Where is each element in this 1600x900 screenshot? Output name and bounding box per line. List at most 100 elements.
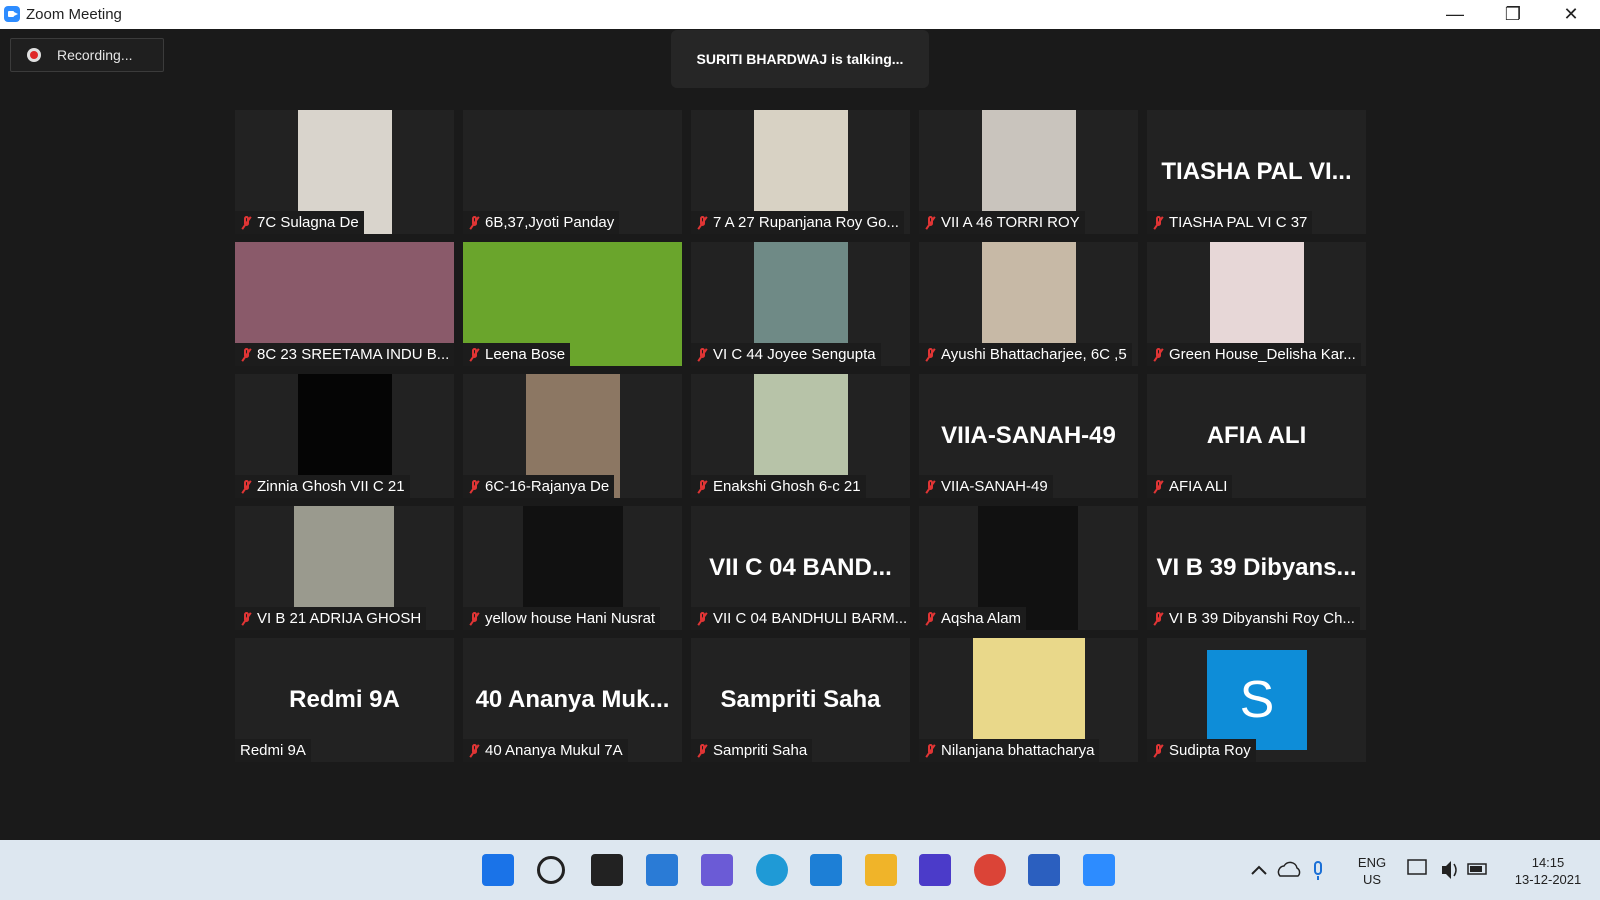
- muted-mic-icon: [691, 477, 713, 497]
- muted-mic-icon: [463, 213, 485, 233]
- participant-tile[interactable]: Aqsha Alam: [919, 506, 1138, 630]
- participant-name: Aqsha Alam: [941, 610, 1022, 627]
- tray-icons[interactable]: [1248, 840, 1328, 900]
- participant-name: VII A 46 TORRI ROY: [941, 214, 1080, 231]
- clock[interactable]: 14:15 13-12-2021: [1508, 840, 1588, 900]
- volume-icon: [1442, 861, 1451, 879]
- participant-tile[interactable]: yellow house Hani Nusrat: [463, 506, 682, 630]
- participant-tile[interactable]: 6C-16-Rajanya De: [463, 374, 682, 498]
- microphone-icon: [1314, 861, 1322, 875]
- participant-tile[interactable]: Sampriti Saha Sampriti Saha: [691, 638, 910, 762]
- language-code: ENG: [1357, 855, 1387, 870]
- participant-tile[interactable]: Redmi 9A Redmi 9A: [235, 638, 454, 762]
- participant-tile[interactable]: VI C 44 Joyee Sengupta: [691, 242, 910, 366]
- title-bar: Zoom Meeting — ❐ ✕: [0, 0, 1600, 29]
- participant-nameplate: Sampriti Saha: [691, 739, 813, 762]
- muted-mic-icon: [235, 477, 257, 497]
- participant-tile[interactable]: 7C Sulagna De: [235, 110, 454, 234]
- close-button[interactable]: ✕: [1542, 0, 1600, 29]
- muted-mic-icon: [1147, 741, 1169, 761]
- participant-tile[interactable]: VIIA-SANAH-49 VIIA-SANAH-49: [919, 374, 1138, 498]
- participant-nameplate: VI B 39 Dibyanshi Roy Ch...: [1147, 607, 1360, 630]
- muted-mic-icon: [1147, 345, 1169, 365]
- participant-nameplate: Aqsha Alam: [919, 607, 1027, 630]
- participant-tile[interactable]: Green House_Delisha Kar...: [1147, 242, 1366, 366]
- participant-name: Zinnia Ghosh VII C 21: [257, 478, 405, 495]
- participant-tile[interactable]: VII A 46 TORRI ROY: [919, 110, 1138, 234]
- participant-tile[interactable]: S Sudipta Roy: [1147, 638, 1366, 762]
- muted-mic-icon: [235, 213, 257, 233]
- muted-mic-icon: [463, 609, 485, 629]
- muted-mic-icon: [691, 741, 713, 761]
- participant-tile[interactable]: Ayushi Bhattacharjee, 6C ,5: [919, 242, 1138, 366]
- participant-nameplate: 8C 23 SREETAMA INDU B...: [235, 343, 454, 366]
- participant-tile[interactable]: 7 A 27 Rupanjana Roy Go...: [691, 110, 910, 234]
- mail-icon[interactable]: [810, 854, 842, 886]
- zoom-logo-icon: [4, 6, 20, 22]
- participant-tile[interactable]: 40 Ananya Muk... 40 Ananya Mukul 7A: [463, 638, 682, 762]
- participant-tile[interactable]: TIASHA PAL VI... TIASHA PAL VI C 37: [1147, 110, 1366, 234]
- participant-name: Redmi 9A: [240, 742, 306, 759]
- recording-indicator[interactable]: Recording...: [10, 38, 164, 72]
- system-tray[interactable]: [1404, 840, 1494, 900]
- participant-name: 6B,37,Jyoti Panday: [485, 214, 615, 231]
- participant-nameplate: VIIA-SANAH-49: [919, 475, 1053, 498]
- chat-icon[interactable]: [701, 854, 733, 886]
- whiteboard-icon[interactable]: [919, 854, 951, 886]
- muted-mic-icon: [235, 609, 257, 629]
- participant-nameplate: Nilanjana bhattacharya: [919, 739, 1100, 762]
- participant-name: VIIA-SANAH-49: [941, 478, 1048, 495]
- participant-nameplate: VI B 21 ADRIJA GHOSH: [235, 607, 427, 630]
- muted-mic-icon: [463, 345, 485, 365]
- participant-name: VI B 21 ADRIJA GHOSH: [257, 610, 422, 627]
- participant-tile[interactable]: Enakshi Ghosh 6-c 21: [691, 374, 910, 498]
- search-icon[interactable]: [537, 856, 565, 884]
- participant-tile[interactable]: Zinnia Ghosh VII C 21: [235, 374, 454, 498]
- zoom-icon[interactable]: [1083, 854, 1115, 886]
- participant-tile[interactable]: VI B 21 ADRIJA GHOSH: [235, 506, 454, 630]
- participant-tile[interactable]: 6B,37,Jyoti Panday: [463, 110, 682, 234]
- participant-name: Leena Bose: [485, 346, 566, 363]
- participant-nameplate: TIASHA PAL VI C 37: [1147, 211, 1313, 234]
- participant-tile[interactable]: 8C 23 SREETAMA INDU B...: [235, 242, 454, 366]
- muted-mic-icon: [691, 213, 713, 233]
- participant-nameplate: yellow house Hani Nusrat: [463, 607, 661, 630]
- clock-date: 13-12-2021: [1514, 872, 1582, 887]
- participant-nameplate: Enakshi Ghosh 6-c 21: [691, 475, 866, 498]
- recording-label: Recording...: [57, 47, 133, 63]
- participant-tile[interactable]: Nilanjana bhattacharya: [919, 638, 1138, 762]
- start-icon[interactable]: [482, 854, 514, 886]
- task-view-icon[interactable]: [591, 854, 623, 886]
- participant-name: VI C 44 Joyee Sengupta: [713, 346, 876, 363]
- participant-tile[interactable]: Leena Bose: [463, 242, 682, 366]
- muted-mic-icon: [919, 345, 941, 365]
- minimize-button[interactable]: —: [1426, 0, 1484, 29]
- participant-tile[interactable]: VII C 04 BAND... VII C 04 BANDHULI BARM..…: [691, 506, 910, 630]
- word-icon[interactable]: [1028, 854, 1060, 886]
- participant-name: Nilanjana bhattacharya: [941, 742, 1095, 759]
- participant-name: 7 A 27 Rupanjana Roy Go...: [713, 214, 899, 231]
- participant-name: Sudipta Roy: [1169, 742, 1251, 759]
- edge-icon[interactable]: [756, 854, 788, 886]
- participant-nameplate: 7C Sulagna De: [235, 211, 364, 234]
- participant-nameplate: Sudipta Roy: [1147, 739, 1256, 762]
- participant-nameplate: Zinnia Ghosh VII C 21: [235, 475, 410, 498]
- participant-nameplate: 40 Ananya Mukul 7A: [463, 739, 628, 762]
- participant-nameplate: AFIA ALI: [1147, 475, 1233, 498]
- participant-nameplate: VII C 04 BANDHULI BARM...: [691, 607, 910, 630]
- onedrive-icon: [1277, 861, 1301, 877]
- participant-nameplate: VII A 46 TORRI ROY: [919, 211, 1085, 234]
- participant-tile[interactable]: VI B 39 Dibyans... VI B 39 Dibyanshi Roy …: [1147, 506, 1366, 630]
- restore-button[interactable]: ❐: [1484, 0, 1542, 29]
- avatar: S: [1207, 650, 1307, 750]
- participant-name: Enakshi Ghosh 6-c 21: [713, 478, 861, 495]
- muted-mic-icon: [691, 609, 713, 629]
- participant-name: 6C-16-Rajanya De: [485, 478, 610, 495]
- participant-name: Ayushi Bhattacharjee, 6C ,5: [941, 346, 1127, 363]
- participant-nameplate: Leena Bose: [463, 343, 571, 366]
- chrome-icon[interactable]: [974, 854, 1006, 886]
- widgets-icon[interactable]: [646, 854, 678, 886]
- file-explorer-icon[interactable]: [865, 854, 897, 886]
- participant-tile[interactable]: AFIA ALI AFIA ALI: [1147, 374, 1366, 498]
- language-indicator[interactable]: ENG US: [1352, 840, 1392, 900]
